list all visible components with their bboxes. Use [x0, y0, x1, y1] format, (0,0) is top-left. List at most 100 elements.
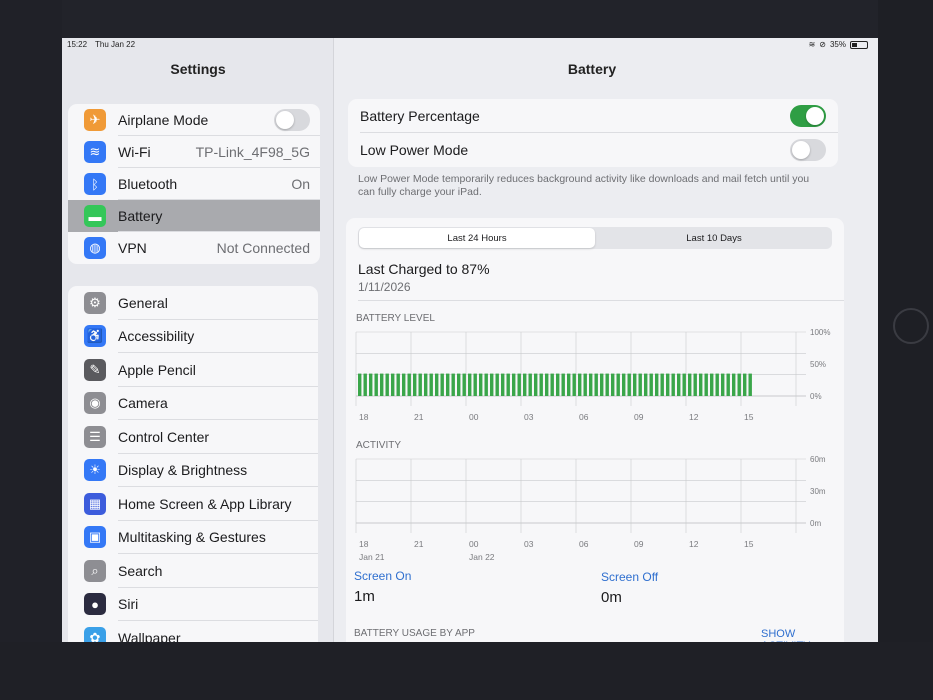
y-tick-label: 0m [810, 519, 821, 528]
battery-level-bar [600, 373, 604, 396]
sidebar-title: Settings [170, 61, 226, 77]
sidebar-item-label: General [118, 294, 168, 311]
battery-level-bar [688, 373, 692, 396]
battery-level-bar [506, 373, 510, 396]
general-settings-group: ⚙ General ♿ Accessibility ✎ Apple Pencil ◉ Came… [68, 286, 318, 642]
battery-level-bar [677, 373, 681, 396]
battery-level-bar [660, 373, 664, 396]
battery-level-bar [666, 373, 670, 396]
device-bezel-bottom [0, 642, 933, 700]
x-tick-label: 03 [524, 412, 534, 422]
low-power-toggle[interactable] [790, 139, 826, 161]
x-tick-label: 09 [634, 539, 644, 549]
vpn-icon: ◍ [84, 237, 106, 259]
battery-level-bar [715, 373, 719, 396]
show-activity-link[interactable]: SHOW ACTIVITY [761, 628, 844, 642]
airplane-mode-toggle[interactable] [274, 109, 310, 131]
sidebar-item-accessibility[interactable]: ♿ Accessibility [68, 320, 318, 354]
status-bar-left: 15:22 Thu Jan 22 [67, 40, 143, 49]
battery-level-bar [380, 373, 384, 396]
sidebar-item-battery[interactable]: ▬ Battery [68, 200, 320, 232]
sidebar-item-label: Wallpaper [118, 629, 181, 642]
battery-level-bar [633, 373, 637, 396]
battery-level-caption: BATTERY LEVEL [356, 313, 435, 324]
low-power-footnote: Low Power Mode temporarily reduces backg… [358, 173, 810, 198]
tab-last-10-days[interactable]: Last 10 Days [596, 227, 832, 249]
battery-level-bar [457, 373, 461, 396]
tab-last-24-hours[interactable]: Last 24 Hours [359, 228, 595, 248]
battery-level-bar [644, 373, 648, 396]
airplane-icon: ✈ [84, 109, 106, 131]
sidebar-item-vpn[interactable]: ◍ VPN Not Connected [68, 232, 320, 264]
battery-level-bar [671, 373, 675, 396]
battery-level-chart: 100% 50% 0% 18 21 00 03 06 09 12 15 [355, 328, 830, 422]
sidebar-item-bluetooth[interactable]: ᛒ Bluetooth On [68, 168, 320, 200]
sidebar-item-apple-pencil[interactable]: ✎ Apple Pencil [68, 353, 318, 387]
bluetooth-icon: ᛒ [84, 173, 106, 195]
sidebar-item-value: On [291, 176, 310, 192]
battery-percentage-row[interactable]: Battery Percentage [348, 99, 838, 133]
battery-level-bar [479, 373, 483, 396]
wifi-status-icon: ≋ [808, 40, 816, 49]
time-range-segmented-control[interactable]: Last 24 Hours Last 10 Days [358, 227, 832, 249]
battery-level-bar [611, 373, 615, 396]
battery-level-bar [743, 373, 747, 396]
y-tick-label: 100% [810, 328, 830, 337]
home-screen-icon: ▦ [84, 492, 106, 515]
battery-level-bar [561, 373, 565, 396]
battery-level-bar [501, 373, 505, 396]
battery-options-card: Battery Percentage Low Power Mode [348, 99, 838, 167]
sidebar-item-airplane-mode[interactable]: ✈ Airplane Mode [68, 104, 320, 136]
page-title: Battery [567, 61, 617, 77]
sidebar-item-label: VPN [118, 240, 147, 256]
search-icon: ⌕ [84, 559, 106, 582]
device-bezel-left [0, 0, 62, 700]
low-power-row[interactable]: Low Power Mode [348, 133, 838, 167]
battery-level-bar [534, 373, 538, 396]
battery-level-bar [622, 373, 626, 396]
section-divider [358, 300, 844, 301]
sidebar-item-camera[interactable]: ◉ Camera [68, 387, 318, 421]
x-tick-label: 00 [469, 412, 479, 422]
sidebar-item-siri[interactable]: ● Siri [68, 588, 318, 622]
battery-level-bar [528, 373, 532, 396]
low-power-label: Low Power Mode [360, 142, 469, 158]
sidebar-item-multitasking-gestures[interactable]: ▣ Multitasking & Gestures [68, 521, 318, 555]
sidebar-item-wallpaper[interactable]: ✿ Wallpaper [68, 621, 318, 642]
sidebar-item-label: Multitasking & Gestures [118, 529, 266, 546]
battery-level-bar [748, 373, 752, 396]
status-date: Thu Jan 22 [95, 40, 136, 49]
sidebar-item-general[interactable]: ⚙ General [68, 286, 318, 320]
battery-level-bar [490, 373, 494, 396]
battery-level-bar [424, 373, 428, 396]
battery-level-bar [550, 373, 554, 396]
battery-level-bar [358, 373, 362, 396]
battery-percentage-toggle[interactable] [790, 105, 826, 127]
battery-level-bar [545, 373, 549, 396]
x-tick-label: 15 [744, 539, 754, 549]
status-time: 15:22 [67, 40, 88, 49]
sidebar-item-display-brightness[interactable]: ☀ Display & Brightness [68, 454, 318, 488]
sidebar-item-wi-fi[interactable]: ≋ Wi-Fi TP-Link_4F98_5G [68, 136, 320, 168]
sidebar-item-label: Apple Pencil [118, 361, 196, 378]
battery-level-bar [616, 373, 620, 396]
sidebar-item-control-center[interactable]: ☰ Control Center [68, 420, 318, 454]
sidebar-item-label: Search [118, 562, 163, 579]
sidebar-item-home-screen-app-library[interactable]: ▦ Home Screen & App Library [68, 487, 318, 521]
y-tick-label: 30m [810, 487, 826, 496]
home-button[interactable] [893, 308, 929, 344]
battery-icon: ▬ [84, 205, 106, 227]
x-tick-label: 06 [579, 539, 589, 549]
sidebar-item-search[interactable]: ⌕ Search [68, 554, 318, 588]
battery-level-bar [407, 373, 411, 396]
status-battery-percent: 35% [829, 40, 846, 49]
battery-level-bar [578, 373, 582, 396]
settings-sidebar: 15:22 Thu Jan 22 Settings ✈ Airplane Mode ≋… [62, 38, 334, 642]
multitasking-icon: ▣ [84, 526, 106, 549]
x-date-label: Jan 22 [469, 552, 495, 562]
battery-level-bar [732, 373, 736, 396]
battery-level-bar [402, 373, 406, 396]
battery-level-bar [468, 373, 472, 396]
y-tick-label: 0% [810, 392, 822, 401]
x-tick-label: 12 [689, 539, 699, 549]
